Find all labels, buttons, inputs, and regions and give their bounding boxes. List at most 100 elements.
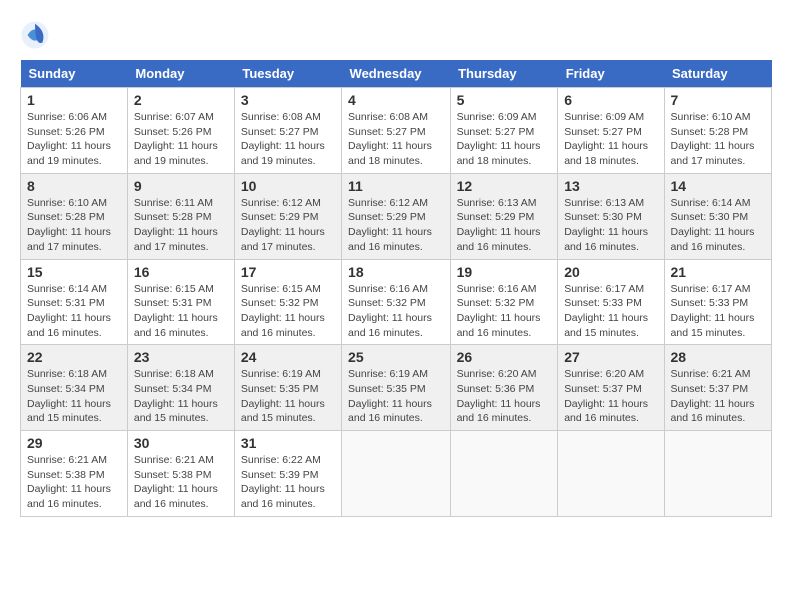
header-thursday: Thursday — [450, 60, 558, 88]
day-number: 28 — [671, 349, 765, 365]
day-number: 23 — [134, 349, 228, 365]
week-row-4: 22Sunrise: 6:18 AMSunset: 5:34 PMDayligh… — [21, 345, 772, 431]
day-cell — [342, 431, 451, 517]
day-info: Sunrise: 6:08 AMSunset: 5:27 PMDaylight:… — [348, 110, 444, 169]
header-wednesday: Wednesday — [342, 60, 451, 88]
day-number: 15 — [27, 264, 121, 280]
day-number: 16 — [134, 264, 228, 280]
day-cell: 1 Sunrise: 6:06 AMSunset: 5:26 PMDaylight… — [21, 88, 128, 174]
day-info: Sunrise: 6:10 AMSunset: 5:28 PMDaylight:… — [671, 110, 765, 169]
day-info: Sunrise: 6:12 AMSunset: 5:29 PMDaylight:… — [241, 196, 335, 255]
day-cell: 19 Sunrise: 6:16 AMSunset: 5:32 PMDayligh… — [450, 259, 558, 345]
day-cell: 31 Sunrise: 6:22 AMSunset: 5:39 PMDayligh… — [234, 431, 341, 517]
day-info: Sunrise: 6:17 AMSunset: 5:33 PMDaylight:… — [671, 282, 765, 341]
day-info: Sunrise: 6:20 AMSunset: 5:37 PMDaylight:… — [564, 367, 657, 426]
day-number: 1 — [27, 92, 121, 108]
day-info: Sunrise: 6:11 AMSunset: 5:28 PMDaylight:… — [134, 196, 228, 255]
day-cell: 26Sunrise: 6:20 AMSunset: 5:36 PMDayligh… — [450, 345, 558, 431]
day-cell: 4 Sunrise: 6:08 AMSunset: 5:27 PMDaylight… — [342, 88, 451, 174]
logo — [20, 20, 54, 50]
week-row-5: 29 Sunrise: 6:21 AMSunset: 5:38 PMDayligh… — [21, 431, 772, 517]
day-number: 5 — [457, 92, 552, 108]
day-cell — [450, 431, 558, 517]
day-cell: 24 Sunrise: 6:19 AMSunset: 5:35 PMDayligh… — [234, 345, 341, 431]
day-info: Sunrise: 6:15 AMSunset: 5:32 PMDaylight:… — [241, 282, 335, 341]
day-cell: 6 Sunrise: 6:09 AMSunset: 5:27 PMDaylight… — [558, 88, 664, 174]
header-sunday: Sunday — [21, 60, 128, 88]
day-cell: 10 Sunrise: 6:12 AMSunset: 5:29 PMDayligh… — [234, 173, 341, 259]
day-info: Sunrise: 6:21 AMSunset: 5:38 PMDaylight:… — [134, 453, 228, 512]
day-number: 31 — [241, 435, 335, 451]
day-cell: 8Sunrise: 6:10 AMSunset: 5:28 PMDaylight… — [21, 173, 128, 259]
day-number: 7 — [671, 92, 765, 108]
day-number: 3 — [241, 92, 335, 108]
day-number: 24 — [241, 349, 335, 365]
day-info: Sunrise: 6:16 AMSunset: 5:32 PMDaylight:… — [348, 282, 444, 341]
day-info: Sunrise: 6:15 AMSunset: 5:31 PMDaylight:… — [134, 282, 228, 341]
day-cell: 21 Sunrise: 6:17 AMSunset: 5:33 PMDayligh… — [664, 259, 771, 345]
day-number: 9 — [134, 178, 228, 194]
day-cell: 17 Sunrise: 6:15 AMSunset: 5:32 PMDayligh… — [234, 259, 341, 345]
day-cell: 16 Sunrise: 6:15 AMSunset: 5:31 PMDayligh… — [127, 259, 234, 345]
week-row-2: 8Sunrise: 6:10 AMSunset: 5:28 PMDaylight… — [21, 173, 772, 259]
calendar-body: 1 Sunrise: 6:06 AMSunset: 5:26 PMDaylight… — [21, 88, 772, 517]
day-cell: 2 Sunrise: 6:07 AMSunset: 5:26 PMDaylight… — [127, 88, 234, 174]
day-info: Sunrise: 6:07 AMSunset: 5:26 PMDaylight:… — [134, 110, 228, 169]
day-info: Sunrise: 6:14 AMSunset: 5:31 PMDaylight:… — [27, 282, 121, 341]
logo-icon — [20, 20, 50, 50]
day-number: 19 — [457, 264, 552, 280]
day-number: 6 — [564, 92, 657, 108]
day-info: Sunrise: 6:12 AMSunset: 5:29 PMDaylight:… — [348, 196, 444, 255]
day-number: 29 — [27, 435, 121, 451]
day-number: 27 — [564, 349, 657, 365]
week-row-1: 1 Sunrise: 6:06 AMSunset: 5:26 PMDaylight… — [21, 88, 772, 174]
day-cell: 3Sunrise: 6:08 AMSunset: 5:27 PMDaylight… — [234, 88, 341, 174]
day-number: 14 — [671, 178, 765, 194]
day-cell: 13 Sunrise: 6:13 AMSunset: 5:30 PMDayligh… — [558, 173, 664, 259]
day-info: Sunrise: 6:16 AMSunset: 5:32 PMDaylight:… — [457, 282, 552, 341]
header-saturday: Saturday — [664, 60, 771, 88]
day-info: Sunrise: 6:19 AMSunset: 5:35 PMDaylight:… — [348, 367, 444, 426]
day-number: 25 — [348, 349, 444, 365]
day-cell: 11Sunrise: 6:12 AMSunset: 5:29 PMDayligh… — [342, 173, 451, 259]
day-cell: 12 Sunrise: 6:13 AMSunset: 5:29 PMDayligh… — [450, 173, 558, 259]
day-number: 17 — [241, 264, 335, 280]
day-info: Sunrise: 6:06 AMSunset: 5:26 PMDaylight:… — [27, 110, 121, 169]
header-friday: Friday — [558, 60, 664, 88]
day-number: 4 — [348, 92, 444, 108]
day-info: Sunrise: 6:17 AMSunset: 5:33 PMDaylight:… — [564, 282, 657, 341]
day-info: Sunrise: 6:09 AMSunset: 5:27 PMDaylight:… — [457, 110, 552, 169]
day-info: Sunrise: 6:18 AMSunset: 5:34 PMDaylight:… — [134, 367, 228, 426]
header-tuesday: Tuesday — [234, 60, 341, 88]
day-number: 20 — [564, 264, 657, 280]
day-number: 30 — [134, 435, 228, 451]
week-row-3: 15 Sunrise: 6:14 AMSunset: 5:31 PMDayligh… — [21, 259, 772, 345]
day-number: 2 — [134, 92, 228, 108]
day-cell: 9 Sunrise: 6:11 AMSunset: 5:28 PMDaylight… — [127, 173, 234, 259]
day-number: 18 — [348, 264, 444, 280]
day-number: 26 — [457, 349, 552, 365]
day-info: Sunrise: 6:21 AMSunset: 5:38 PMDaylight:… — [27, 453, 121, 512]
day-cell: 23 Sunrise: 6:18 AMSunset: 5:34 PMDayligh… — [127, 345, 234, 431]
day-cell: 27 Sunrise: 6:20 AMSunset: 5:37 PMDayligh… — [558, 345, 664, 431]
day-number: 10 — [241, 178, 335, 194]
day-cell: 15 Sunrise: 6:14 AMSunset: 5:31 PMDayligh… — [21, 259, 128, 345]
page-header — [20, 20, 772, 50]
day-info: Sunrise: 6:22 AMSunset: 5:39 PMDaylight:… — [241, 453, 335, 512]
calendar-header: SundayMondayTuesdayWednesdayThursdayFrid… — [21, 60, 772, 88]
day-cell: 18 Sunrise: 6:16 AMSunset: 5:32 PMDayligh… — [342, 259, 451, 345]
day-info: Sunrise: 6:13 AMSunset: 5:30 PMDaylight:… — [564, 196, 657, 255]
day-info: Sunrise: 6:18 AMSunset: 5:34 PMDaylight:… — [27, 367, 121, 426]
day-number: 13 — [564, 178, 657, 194]
day-cell: 20 Sunrise: 6:17 AMSunset: 5:33 PMDayligh… — [558, 259, 664, 345]
day-info: Sunrise: 6:13 AMSunset: 5:29 PMDaylight:… — [457, 196, 552, 255]
day-number: 21 — [671, 264, 765, 280]
day-info: Sunrise: 6:09 AMSunset: 5:27 PMDaylight:… — [564, 110, 657, 169]
header-monday: Monday — [127, 60, 234, 88]
day-info: Sunrise: 6:19 AMSunset: 5:35 PMDaylight:… — [241, 367, 335, 426]
header-row: SundayMondayTuesdayWednesdayThursdayFrid… — [21, 60, 772, 88]
day-cell: 25 Sunrise: 6:19 AMSunset: 5:35 PMDayligh… — [342, 345, 451, 431]
day-cell: 30 Sunrise: 6:21 AMSunset: 5:38 PMDayligh… — [127, 431, 234, 517]
day-info: Sunrise: 6:14 AMSunset: 5:30 PMDaylight:… — [671, 196, 765, 255]
day-number: 12 — [457, 178, 552, 194]
